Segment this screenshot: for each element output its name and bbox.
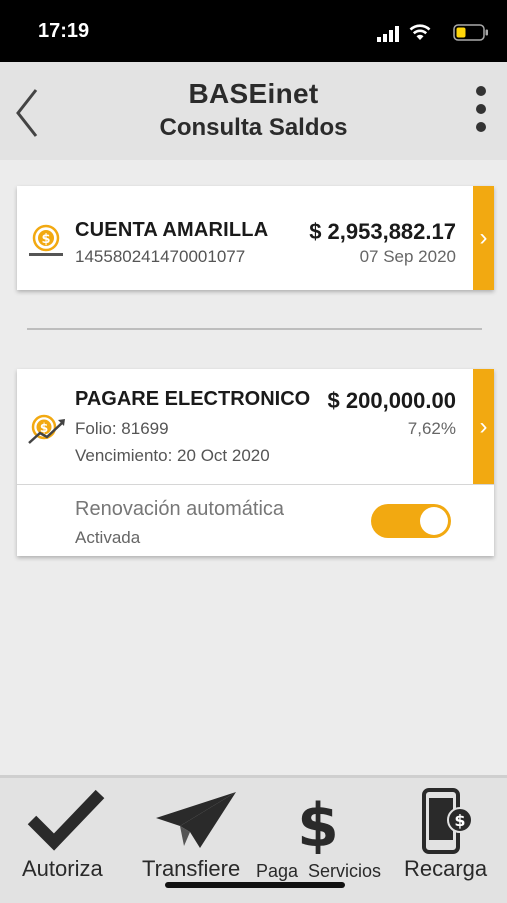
coin-icon: $ (29, 224, 63, 256)
pagare-folio: Folio: 81699 (75, 419, 169, 438)
dot-icon (476, 122, 486, 132)
dot-icon (476, 86, 486, 96)
pagare-amount: $ 200,000.00 (327, 388, 456, 413)
checkmark-icon (27, 789, 105, 851)
wifi-icon (409, 24, 431, 40)
tab-label: Transfiere (142, 856, 241, 881)
tab-autoriza[interactable]: Autoriza (0, 778, 128, 903)
tab-recarga[interactable]: $ Recarga (392, 778, 507, 903)
more-options-button[interactable] (469, 82, 493, 138)
battery-icon (453, 24, 488, 41)
account-balance: $ 2,953,882.17 (309, 219, 456, 244)
pagare-card: $ PAGARE ELECTRONICO Folio: 81699 Vencim… (17, 369, 494, 556)
svg-text:$: $ (297, 792, 339, 854)
card-divider (17, 484, 494, 485)
investment-growth-icon: $ (28, 414, 65, 444)
status-icons (359, 22, 489, 42)
section-divider (27, 328, 482, 330)
status-bar: 17:19 (0, 0, 507, 62)
dollar-icon: $ (297, 792, 339, 854)
account-date: 07 Sep 2020 (359, 247, 456, 266)
pagare-detail-arrow[interactable]: › (473, 369, 494, 484)
status-time: 17:19 (38, 20, 90, 42)
tab-label: Recarga (404, 856, 488, 881)
paper-plane-icon (156, 792, 236, 848)
tab-label: Autoriza (22, 856, 103, 881)
pagare-name: PAGARE ELECTRONICO (75, 388, 311, 410)
svg-text:$: $ (41, 232, 50, 247)
account-card[interactable]: $ CUENTA AMARILLA 145580241470001077 $ 2… (17, 186, 494, 290)
dot-icon (476, 104, 486, 114)
renovacion-status: Activada (75, 528, 141, 547)
signal-icon (377, 26, 399, 42)
home-indicator (165, 882, 345, 888)
page-title: Consulta Saldos (159, 114, 348, 141)
pagare-vencimiento: Vencimiento: 20 Oct 2020 (75, 446, 270, 465)
account-name: CUENTA AMARILLA (75, 219, 269, 241)
renovacion-label: Renovación automática (75, 498, 285, 520)
pagare-summary[interactable]: $ PAGARE ELECTRONICO Folio: 81699 Vencim… (17, 369, 494, 484)
phone-dollar-icon: $ (422, 788, 473, 854)
renovacion-toggle[interactable] (371, 504, 451, 538)
account-detail-arrow[interactable]: › (473, 186, 494, 290)
account-number: 145580241470001077 (75, 247, 246, 266)
toggle-knob (420, 507, 448, 535)
pagare-rate: 7,62% (407, 419, 456, 438)
tab-label: Paga Servicios (256, 861, 382, 881)
svg-text:$: $ (454, 811, 465, 830)
nav-bar: BASEinet Consulta Saldos (0, 62, 507, 160)
app-title: BASEinet (188, 78, 319, 109)
